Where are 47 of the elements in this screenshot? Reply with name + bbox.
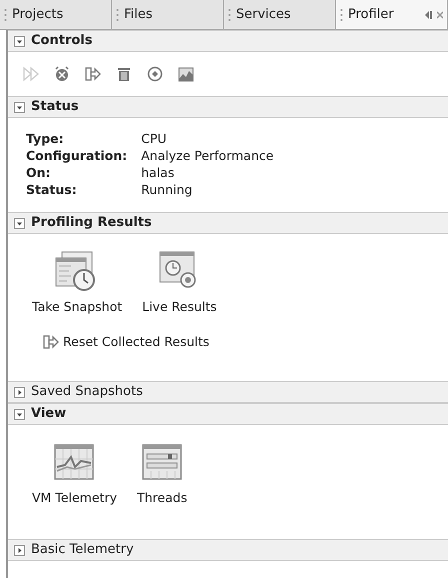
section-title: Basic Telemetry xyxy=(31,541,134,560)
property-label: Type: xyxy=(26,130,65,147)
section-title: Status xyxy=(31,98,79,116)
trash-icon[interactable] xyxy=(115,65,133,83)
tab-label: Files xyxy=(124,6,153,24)
expanded-toggle-icon[interactable] xyxy=(14,218,25,228)
launcher-button[interactable]: VM Telemetry xyxy=(32,441,117,508)
collapsed-toggle-icon[interactable] xyxy=(14,544,25,556)
close-icon[interactable] xyxy=(437,10,443,20)
section-header[interactable]: Controls xyxy=(8,30,448,52)
collapsed-toggle-icon[interactable] xyxy=(14,386,25,398)
tab-label: Projects xyxy=(12,6,64,24)
section-header[interactable]: View xyxy=(8,403,448,425)
property-label: Configuration: xyxy=(26,147,128,164)
tab[interactable]: Profiler xyxy=(336,0,448,29)
section-title: Profiling Results xyxy=(31,214,152,232)
property-label: Status: xyxy=(26,181,78,198)
tab-label: Profiler xyxy=(348,6,394,24)
section-header[interactable]: Profiling Results xyxy=(8,212,448,234)
section-header[interactable]: Status xyxy=(8,96,448,118)
minimize-icon[interactable] xyxy=(423,10,433,20)
property-value: CPU xyxy=(141,130,168,147)
section-header[interactable]: Saved Snapshots xyxy=(8,381,448,403)
reset-results-button[interactable]: Reset Collected Results xyxy=(42,332,210,352)
stop-icon[interactable] xyxy=(53,65,71,83)
property-value: Running xyxy=(141,181,194,198)
launcher-button[interactable]: Live Results xyxy=(142,250,217,317)
section-title: Controls xyxy=(31,32,92,50)
property-value: halas xyxy=(141,164,176,181)
section-header[interactable]: Basic Telemetry xyxy=(8,539,448,561)
grip-icon xyxy=(228,8,231,22)
grip-icon xyxy=(340,8,343,22)
expanded-toggle-icon[interactable] xyxy=(14,36,25,46)
grip-icon xyxy=(116,8,119,22)
reset-icon xyxy=(42,333,60,352)
grip-icon xyxy=(4,8,7,22)
section-title: View xyxy=(31,405,66,424)
launcher-button[interactable]: Take Snapshot xyxy=(32,250,122,317)
tab-label: Services xyxy=(236,6,291,24)
reset-icon[interactable] xyxy=(84,65,102,83)
property-label: On: xyxy=(26,164,52,181)
launcher-button[interactable]: Threads xyxy=(136,441,188,508)
property-value: Analyze Performance xyxy=(141,147,275,164)
graph-icon[interactable] xyxy=(177,65,195,83)
expanded-toggle-icon[interactable] xyxy=(14,102,25,112)
expanded-toggle-icon[interactable] xyxy=(14,408,25,420)
section-title: Saved Snapshots xyxy=(31,383,143,402)
